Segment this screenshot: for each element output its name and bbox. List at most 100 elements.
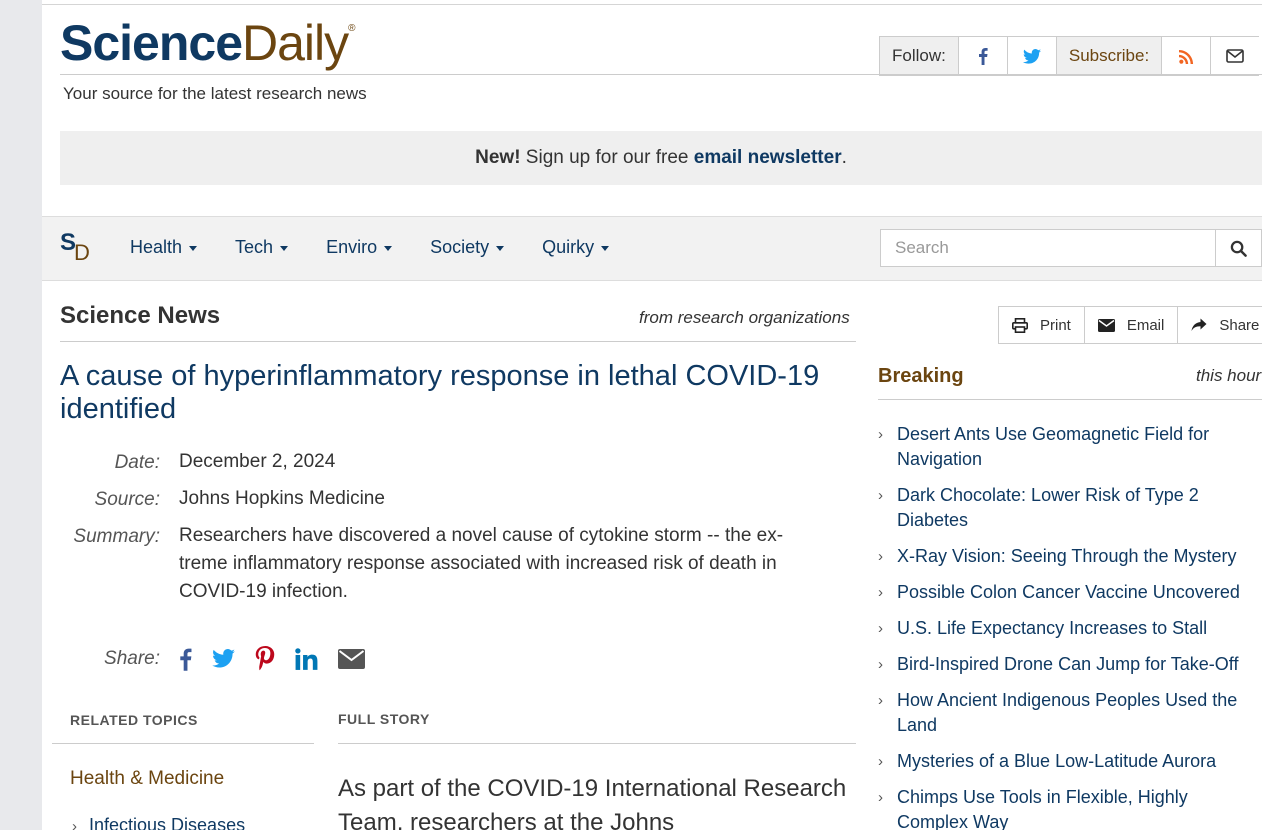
list-item[interactable]: › U.S. Life Expectancy Increases to Stall <box>878 616 1262 641</box>
newsletter-end: . <box>841 147 847 168</box>
related-topics-heading: RELATED TOPICS <box>70 712 198 728</box>
chevron-right-icon: › <box>878 548 883 565</box>
list-item[interactable]: › Chimps Use Tools in Flexible, Highly Co… <box>878 785 1262 830</box>
nav-item-tech[interactable]: Tech <box>235 237 289 258</box>
facebook-icon <box>180 648 192 671</box>
chevron-right-icon: › <box>878 789 883 806</box>
printer-icon <box>1012 317 1028 333</box>
full-story-heading: FULL STORY <box>338 711 430 727</box>
source-value: Johns Hopkins Medicine <box>179 488 385 509</box>
email-subscribe-button[interactable] <box>1210 37 1259 75</box>
search-box <box>880 229 1216 267</box>
twitter-follow-button[interactable] <box>1006 37 1056 75</box>
chevron-right-icon: › <box>878 584 883 601</box>
envelope-icon <box>1226 49 1244 63</box>
chevron-right-icon: › <box>72 818 77 830</box>
article-headline: A cause of hyperinflammatory response in… <box>60 360 820 425</box>
share-pinterest-button[interactable] <box>255 646 275 671</box>
news-link[interactable]: Possible Colon Cancer Vaccine Uncovered <box>897 580 1240 605</box>
article-tools: Print Email Share <box>998 306 1262 344</box>
search-button[interactable] <box>1216 229 1262 267</box>
date-row: Date: December 2, 2024 <box>60 451 860 476</box>
nav-item-enviro[interactable]: Enviro <box>326 237 393 258</box>
news-link[interactable]: Dark Chocolate: Lower Risk of Type 2 Dia… <box>897 483 1262 533</box>
chevron-right-icon: › <box>878 620 883 637</box>
chevron-right-icon: › <box>878 692 883 709</box>
topic-category-health-medicine[interactable]: Health & Medicine <box>70 768 224 790</box>
facebook-follow-button[interactable] <box>957 37 1007 75</box>
caret-down-icon <box>496 246 505 251</box>
share-facebook-button[interactable] <box>179 647 192 671</box>
summary-row: Summary: Researchers have discovered a n… <box>60 525 860 606</box>
caret-down-icon <box>280 246 289 251</box>
summary-value: Researchers have discovered a novel caus… <box>179 525 784 602</box>
breaking-divider <box>878 399 1262 400</box>
nav-item-label: Tech <box>235 237 274 257</box>
list-item[interactable]: › Possible Colon Cancer Vaccine Uncovered <box>878 580 1262 605</box>
share-label-text: Share <box>1219 316 1260 334</box>
envelope-icon <box>338 648 365 669</box>
share-linkedin-button[interactable] <box>295 647 318 670</box>
news-link[interactable]: X-Ray Vision: Seeing Through the Mystery <box>897 544 1237 569</box>
social-bar: Follow: Subscribe: <box>879 36 1260 76</box>
share-label: Share: <box>104 647 160 669</box>
breaking-heading: Breaking <box>878 365 964 387</box>
source-label: Source: <box>94 489 160 510</box>
topic-item-infectious-diseases[interactable]: › Infectious Diseases <box>72 815 245 830</box>
print-label: Print <box>1040 316 1071 334</box>
source-row: Source: Johns Hopkins Medicine <box>60 488 860 513</box>
logo-science: Science <box>60 15 243 71</box>
news-link[interactable]: How Ancient Indigenous Peoples Used the … <box>897 688 1262 738</box>
news-link[interactable]: U.S. Life Expectancy Increases to Stall <box>897 616 1207 641</box>
story-text: As part of the COVID-19 International Re… <box>338 775 847 830</box>
full-story-divider <box>338 743 856 744</box>
list-item[interactable]: › Mysteries of a Blue Low-Latitude Aurora <box>878 749 1262 774</box>
twitter-icon <box>212 649 235 668</box>
tagline: Your source for the latest research news <box>63 84 367 103</box>
news-link[interactable]: Desert Ants Use Geomagnetic Field for Na… <box>897 422 1262 472</box>
share-row: Share: <box>60 646 385 671</box>
topic-item-label: Infectious Diseases <box>89 815 246 830</box>
news-link[interactable]: Chimps Use Tools in Flexible, Highly Com… <box>897 785 1262 830</box>
list-item[interactable]: › How Ancient Indigenous Peoples Used the… <box>878 688 1262 738</box>
share-article-button[interactable]: Share <box>1178 307 1262 343</box>
newsletter-signup-link[interactable]: email newsletter <box>694 147 842 169</box>
nav-item-label: Quirky <box>542 237 595 257</box>
nav-item-quirky[interactable]: Quirky <box>542 237 610 258</box>
from-research-label: from research organizations <box>639 308 850 327</box>
search-input[interactable] <box>881 230 1201 266</box>
related-topics-divider <box>52 743 314 744</box>
share-twitter-button[interactable] <box>212 649 235 668</box>
news-link[interactable]: Mysteries of a Blue Low-Latitude Aurora <box>897 749 1216 774</box>
chevron-right-icon: › <box>878 426 883 443</box>
caret-down-icon <box>189 246 198 251</box>
caret-down-icon <box>601 246 610 251</box>
list-item[interactable]: › Desert Ants Use Geomagnetic Field for N… <box>878 422 1262 472</box>
list-item[interactable]: › X-Ray Vision: Seeing Through the Myster… <box>878 544 1262 569</box>
follow-label: Follow: <box>879 37 958 75</box>
list-item[interactable]: › Dark Chocolate: Lower Risk of Type 2 Di… <box>878 483 1262 533</box>
date-label: Date: <box>114 452 160 473</box>
linkedin-icon <box>295 647 318 670</box>
list-item[interactable]: › Bird-Inspired Drone Can Jump for Take-O… <box>878 652 1262 677</box>
top-border <box>42 4 1262 5</box>
page: ScienceDaily® Your source for the latest… <box>42 0 1262 830</box>
newsletter-text: Sign up for our free <box>520 147 694 168</box>
nav-item-label: Society <box>430 237 490 257</box>
share-email-button[interactable] <box>338 648 365 669</box>
nav-item-society[interactable]: Society <box>430 237 505 258</box>
facebook-icon <box>978 48 988 65</box>
sciencedaily-logo[interactable]: ScienceDaily® <box>60 15 356 71</box>
nav-item-label: Enviro <box>326 237 378 257</box>
date-value: December 2, 2024 <box>179 451 336 472</box>
chevron-right-icon: › <box>878 487 883 504</box>
sd-nav-logo[interactable]: SD <box>60 231 92 264</box>
email-article-button[interactable]: Email <box>1085 307 1179 343</box>
print-button[interactable]: Print <box>999 307 1085 343</box>
nav-item-health[interactable]: Health <box>130 237 198 258</box>
logo-daily: Daily <box>242 15 349 71</box>
caret-down-icon <box>384 246 393 251</box>
rss-subscribe-button[interactable] <box>1161 37 1210 75</box>
news-link[interactable]: Bird-Inspired Drone Can Jump for Take-Of… <box>897 652 1238 677</box>
email-label: Email <box>1126 316 1165 334</box>
